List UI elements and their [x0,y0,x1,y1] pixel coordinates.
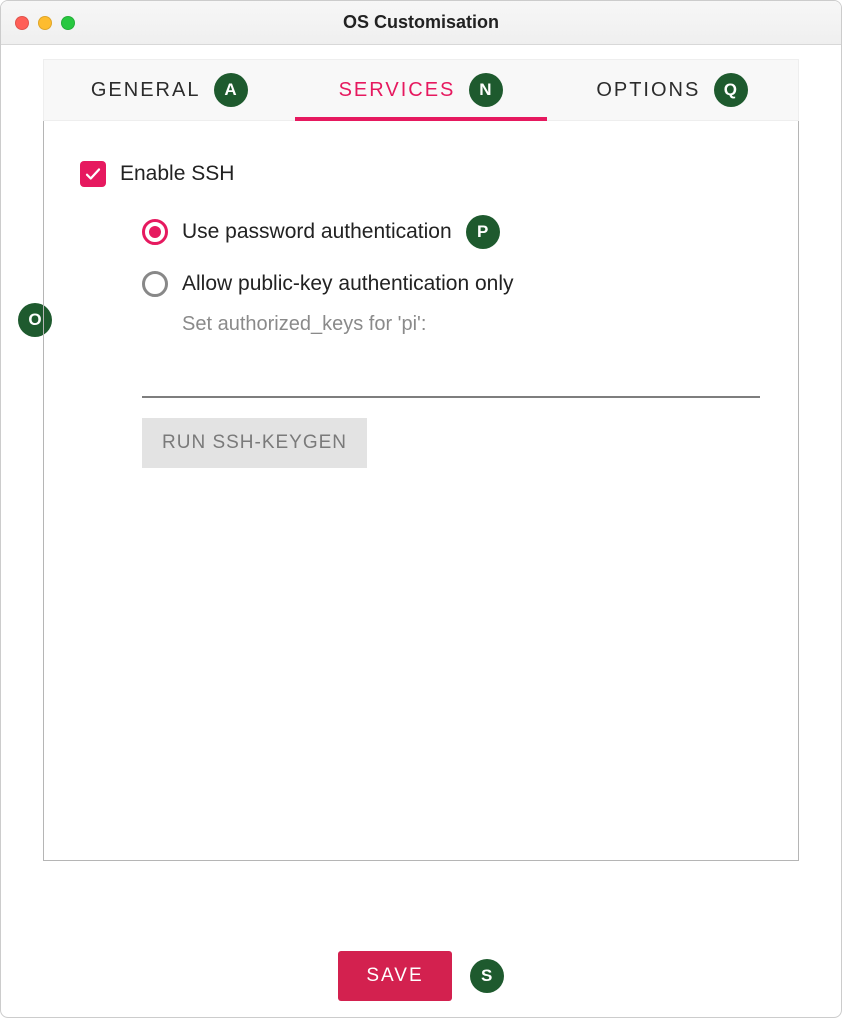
authorized-keys-input[interactable] [142,354,760,398]
tab-options[interactable]: OPTIONS Q [547,60,798,120]
enable-ssh-checkbox[interactable] [80,161,106,187]
auth-pubkey-row: Allow public-key authentication only [142,271,762,297]
window-controls [15,16,75,30]
window: OS Customisation GENERAL A SERVICES N OP… [0,0,842,1018]
authorized-keys-hint: Set authorized_keys for 'pi': [182,313,762,336]
enable-ssh-label: Enable SSH [120,162,234,186]
services-panel: Enable SSH Use password authentication P… [43,121,799,861]
tab-general-label: GENERAL [91,79,201,102]
enable-ssh-row: Enable SSH [80,161,762,187]
auth-pubkey-radio[interactable] [142,271,168,297]
tab-options-label: OPTIONS [596,79,700,102]
tab-services-badge: N [469,73,503,107]
zoom-icon[interactable] [61,16,75,30]
minimize-icon[interactable] [38,16,52,30]
titlebar: OS Customisation [1,1,841,45]
save-badge: S [470,959,504,993]
auth-pubkey-label: Allow public-key authentication only [182,272,514,296]
save-button[interactable]: SAVE [338,951,451,1001]
tab-options-badge: Q [714,73,748,107]
ssh-options: Use password authentication P Allow publ… [142,215,762,468]
tab-general[interactable]: GENERAL A [44,60,295,120]
window-title: OS Customisation [1,12,841,33]
tab-general-badge: A [214,73,248,107]
tab-services-label: SERVICES [339,79,456,102]
run-ssh-keygen-button: RUN SSH-KEYGEN [142,418,367,468]
check-icon [84,165,102,183]
tab-bar: GENERAL A SERVICES N OPTIONS Q [43,59,799,121]
auth-password-row: Use password authentication P [142,215,762,249]
content: GENERAL A SERVICES N OPTIONS Q O Enable … [1,59,841,861]
auth-password-badge: P [466,215,500,249]
footer: SAVE S [1,951,841,1001]
auth-password-radio[interactable] [142,219,168,245]
close-icon[interactable] [15,16,29,30]
tab-services[interactable]: SERVICES N [295,60,546,120]
auth-password-label: Use password authentication [182,220,452,244]
